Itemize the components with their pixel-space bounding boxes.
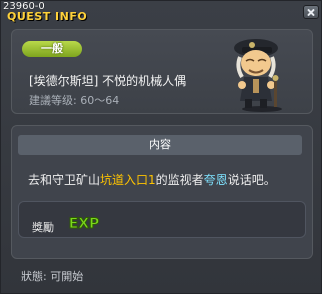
content-section-title: 内容 (18, 135, 302, 155)
exp-label: EXP (69, 216, 100, 232)
quest-status: 狀態: 可開始 (21, 270, 84, 283)
quest-info-window: 23960-0 QUEST INFO 一般 [埃德尔斯坦] 不悦的机械人偶 建議… (0, 0, 322, 294)
window-title: QUEST INFO (7, 10, 88, 23)
exp-icon: EXP (68, 216, 100, 233)
quest-name: [埃德尔斯坦] 不悦的机械人偶 (29, 74, 187, 88)
reward-label: 獎勵 (32, 221, 54, 234)
reward-box (18, 201, 306, 238)
quest-category-badge: 一般 (22, 41, 82, 57)
npc-link[interactable]: 夸恩 (204, 173, 228, 187)
close-icon[interactable] (303, 5, 319, 19)
npc-portrait (234, 39, 282, 112)
desc-suffix: 说话吧。 (227, 173, 276, 187)
desc-prefix: 去和守卫矿山 (28, 173, 101, 187)
quest-description: 去和守卫矿山坑道入口1的监视者夸恩说话吧。 (28, 171, 276, 188)
recommended-level: 建議等级: 60～64 (29, 94, 120, 107)
desc-middle: 的监视者 (155, 173, 204, 187)
location-link[interactable]: 坑道入口1 (100, 173, 156, 187)
